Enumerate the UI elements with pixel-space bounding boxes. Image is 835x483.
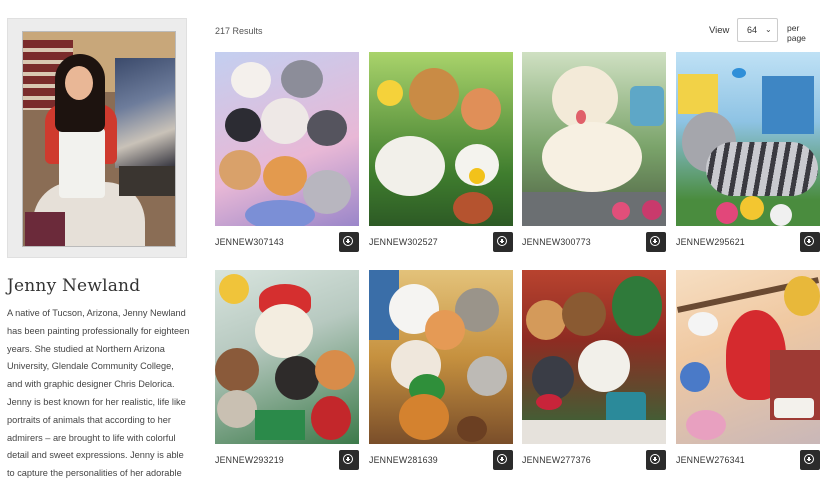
- product-image[interactable]: [215, 270, 359, 444]
- per-page-value: 64: [747, 25, 758, 35]
- plus-circle-icon: [804, 454, 814, 464]
- product-image[interactable]: [676, 270, 820, 444]
- add-to-cart-button[interactable]: [493, 232, 513, 252]
- product-image[interactable]: [215, 52, 359, 226]
- add-to-cart-button[interactable]: [646, 232, 666, 252]
- plus-circle-icon: [343, 236, 353, 246]
- product-image[interactable]: [369, 270, 513, 444]
- per-page-label: per page: [787, 23, 806, 43]
- plus-circle-icon: [343, 454, 353, 464]
- view-label: View: [709, 25, 730, 36]
- artist-photo-frame: [7, 18, 187, 258]
- plus-circle-icon: [650, 454, 660, 464]
- artist-sidebar: Jenny Newland A native of Tucson, Arizon…: [0, 0, 196, 479]
- per-page-select[interactable]: 64 ⌄: [737, 18, 778, 42]
- plus-circle-icon: [497, 454, 507, 464]
- artist-name: Jenny Newland: [7, 276, 141, 296]
- artist-bio: A native of Tucson, Arizona, Jenny Newla…: [7, 308, 190, 479]
- product-image[interactable]: [522, 270, 666, 444]
- product-sku[interactable]: JENNEW302527: [369, 237, 438, 247]
- product-sku[interactable]: JENNEW295621: [676, 237, 745, 247]
- product-sku[interactable]: JENNEW277376: [522, 455, 591, 465]
- product-sku[interactable]: JENNEW307143: [215, 237, 284, 247]
- product-sku[interactable]: JENNEW300773: [522, 237, 591, 247]
- results-toolbar: 217 Results View 64 ⌄ per page: [215, 18, 820, 44]
- plus-circle-icon: [804, 236, 814, 246]
- add-to-cart-button[interactable]: [339, 450, 359, 470]
- product-sku[interactable]: JENNEW276341: [676, 455, 745, 465]
- results-count: 217 Results: [215, 26, 263, 36]
- product-image[interactable]: [676, 52, 820, 226]
- add-to-cart-button[interactable]: [339, 232, 359, 252]
- plus-circle-icon: [497, 236, 507, 246]
- artist-photo: [22, 31, 176, 247]
- add-to-cart-button[interactable]: [800, 232, 820, 252]
- add-to-cart-button[interactable]: [800, 450, 820, 470]
- plus-circle-icon: [650, 236, 660, 246]
- product-image[interactable]: [369, 52, 513, 226]
- product-sku[interactable]: JENNEW281639: [369, 455, 438, 465]
- add-to-cart-button[interactable]: [493, 450, 513, 470]
- chevron-down-icon: ⌄: [765, 25, 772, 34]
- product-sku[interactable]: JENNEW293219: [215, 455, 284, 465]
- product-image[interactable]: [522, 52, 666, 226]
- add-to-cart-button[interactable]: [646, 450, 666, 470]
